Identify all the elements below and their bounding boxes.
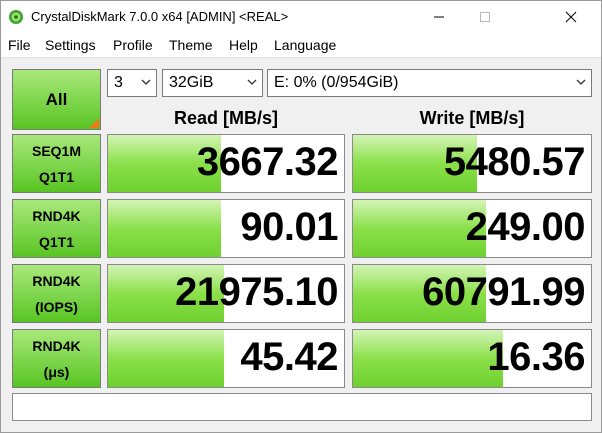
test-label-line2: (IOPS) <box>35 298 78 315</box>
menu-theme[interactable]: Theme <box>169 37 213 53</box>
run-all-label: All <box>45 89 68 109</box>
app-window: CrystalDiskMark 7.0.0 x64 [ADMIN] <REAL>… <box>0 0 602 433</box>
test-button-rnd4k-iops[interactable]: RND4K (IOPS) <box>12 264 101 323</box>
maximize-icon <box>480 12 490 22</box>
test-label-line2: Q1T1 <box>38 168 74 185</box>
write-value: 5480.57 <box>443 140 586 184</box>
test-label-line1: RND4K <box>32 272 81 289</box>
menu-help[interactable]: Help <box>229 37 258 53</box>
test-label-line2: Q1T1 <box>38 233 74 250</box>
comment-field[interactable] <box>12 393 592 421</box>
test-count-select[interactable]: 3 <box>107 69 157 97</box>
read-value: 21975.10 <box>175 270 338 314</box>
run-all-button[interactable]: All <box>12 69 101 130</box>
minimize-icon <box>434 16 444 18</box>
close-button[interactable] <box>548 1 594 33</box>
window-title: CrystalDiskMark 7.0.0 x64 [ADMIN] <REAL> <box>31 9 289 24</box>
title-bar: CrystalDiskMark 7.0.0 x64 [ADMIN] <REAL> <box>1 1 601 33</box>
maximize-button[interactable] <box>462 1 508 33</box>
test-button-seq1m-q1t1[interactable]: SEQ1M Q1T1 <box>12 134 101 193</box>
read-value: 3667.32 <box>196 140 339 184</box>
read-column-header: Read [MB/s] <box>173 108 278 128</box>
write-value: 60791.99 <box>422 270 585 314</box>
write-result-seq1m-q1t1: 5480.57 <box>352 134 592 193</box>
chevron-down-icon <box>247 79 257 85</box>
drive-select[interactable]: E: 0% (0/954GiB) <box>267 69 592 97</box>
menu-bar: File Settings Profile Theme Help Languag… <box>1 33 601 58</box>
write-result-rnd4k-q1t1: 249.00 <box>352 199 592 258</box>
minimize-button[interactable] <box>416 1 462 33</box>
test-label-line1: SEQ1M <box>31 142 81 159</box>
chevron-down-icon <box>576 79 586 85</box>
run-all-corner-marker <box>89 118 99 128</box>
test-label-line1: RND4K <box>32 207 81 224</box>
menu-language[interactable]: Language <box>274 37 336 53</box>
menu-settings[interactable]: Settings <box>45 37 96 53</box>
read-bar-fill <box>108 330 224 387</box>
test-count-value: 3 <box>114 74 123 91</box>
write-value: 249.00 <box>465 205 586 249</box>
test-size-select[interactable]: 32GiB <box>162 69 263 97</box>
read-value: 90.01 <box>240 205 338 249</box>
read-result-rnd4k-latency: 45.42 <box>107 329 345 388</box>
read-result-rnd4k-iops: 21975.10 <box>107 264 345 323</box>
close-icon <box>565 11 577 23</box>
crystaldiskmark-icon <box>9 10 23 24</box>
test-label-line1: RND4K <box>32 337 81 354</box>
test-button-rnd4k-latency[interactable]: RND4K (μs) <box>12 329 101 388</box>
read-result-seq1m-q1t1: 3667.32 <box>107 134 345 193</box>
write-result-rnd4k-iops: 60791.99 <box>352 264 592 323</box>
test-size-value: 32GiB <box>169 74 214 91</box>
chevron-down-icon <box>141 79 151 85</box>
write-result-rnd4k-latency: 16.36 <box>352 329 592 388</box>
menu-profile[interactable]: Profile <box>113 37 153 53</box>
write-column-header: Write [MB/s] <box>419 108 525 128</box>
read-value: 45.42 <box>240 335 338 379</box>
test-label-line2: (μs) <box>43 363 70 380</box>
write-bar-fill <box>353 330 503 387</box>
write-value: 16.36 <box>487 335 585 379</box>
menu-file[interactable]: File <box>8 37 31 53</box>
read-bar-fill <box>108 200 222 257</box>
drive-value: E: 0% (0/954GiB) <box>274 74 399 91</box>
test-button-rnd4k-q1t1[interactable]: RND4K Q1T1 <box>12 199 101 258</box>
read-result-rnd4k-q1t1: 90.01 <box>107 199 345 258</box>
